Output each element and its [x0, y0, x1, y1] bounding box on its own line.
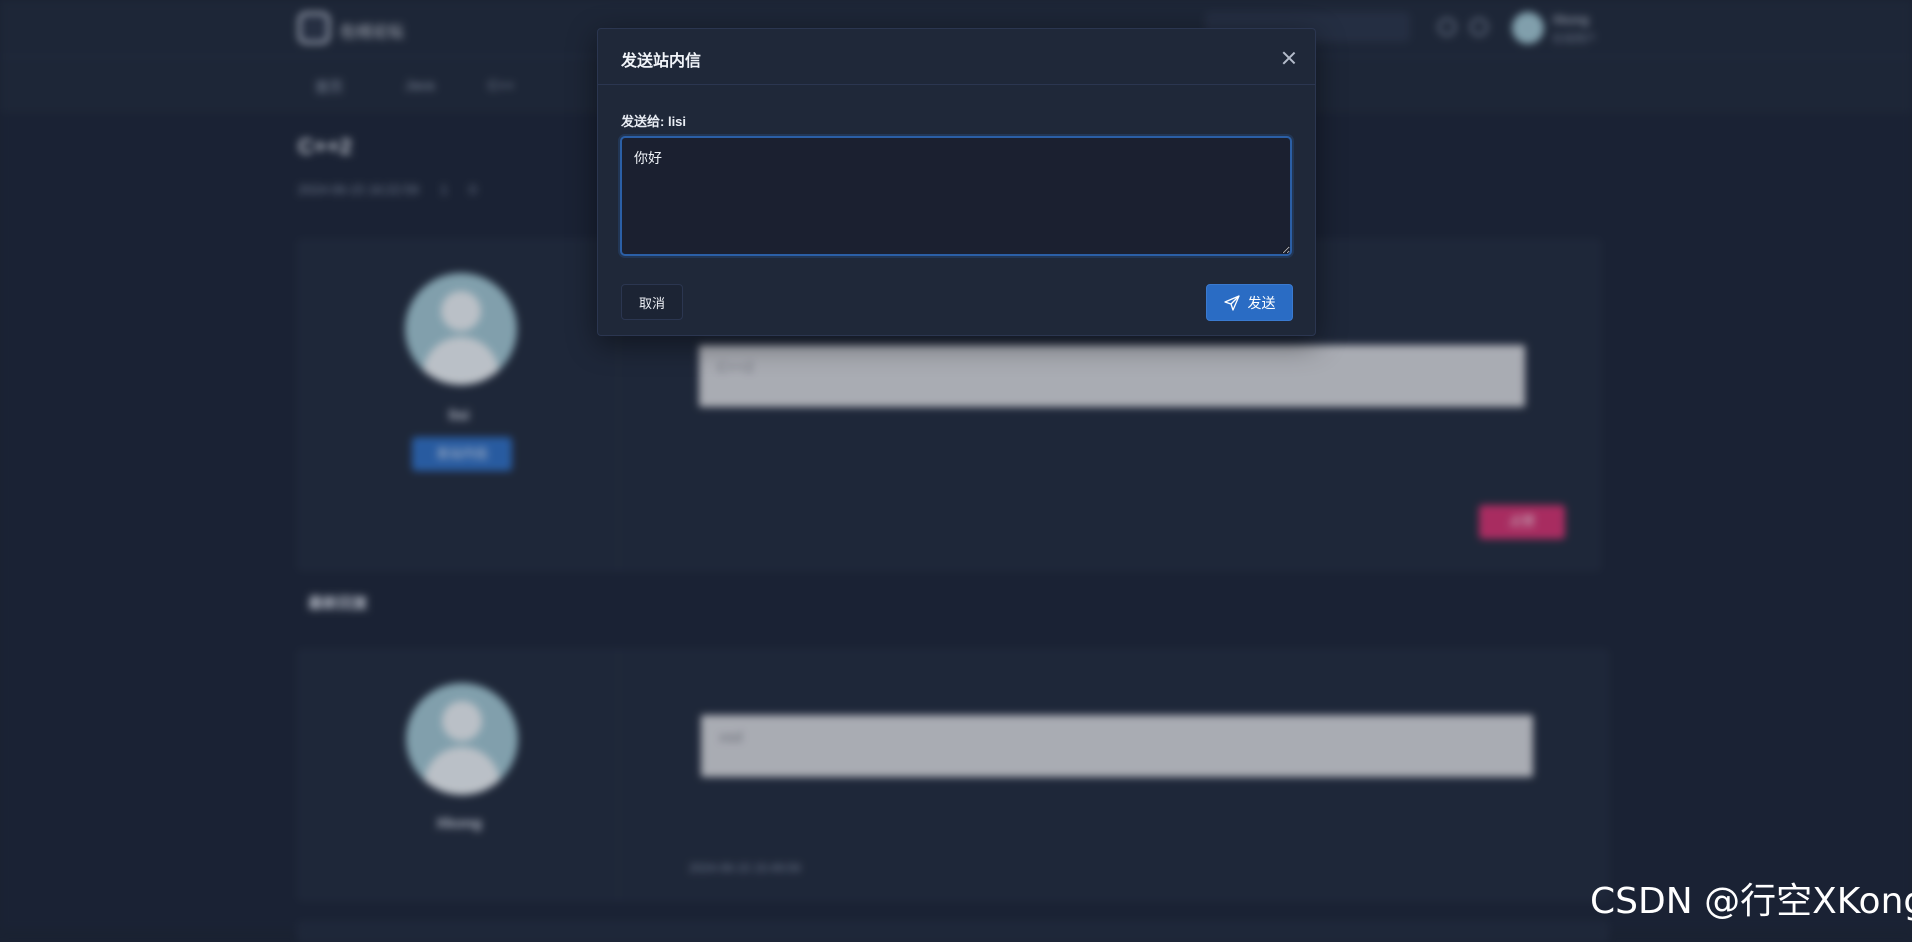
close-icon[interactable]: [1438, 18, 1456, 36]
author-name: lisi: [448, 407, 470, 424]
like-button[interactable]: 点赞: [1479, 505, 1565, 539]
site-logo-icon: [298, 12, 330, 44]
reply-card: Xkong xsd 2024-06-15 15:49:59: [298, 650, 1608, 900]
user-subtitle: 在线用户: [1552, 33, 1596, 45]
site-name: 在线论坛: [340, 24, 405, 41]
page-title: C++2: [298, 134, 352, 159]
post-content: C++2: [699, 345, 1525, 407]
message-textarea[interactable]: [620, 136, 1292, 256]
bell-icon[interactable]: [1470, 18, 1488, 36]
replies-title: 最新回复: [308, 595, 369, 612]
avatar[interactable]: [1512, 12, 1544, 44]
send-message-dialog: 发送站内信 发送给: lisi 取消 发送: [597, 28, 1316, 336]
user-name: Xkong: [1552, 12, 1589, 27]
dialog-title: 发送站内信: [621, 53, 702, 70]
breadcrumb-item-java[interactable]: Java: [405, 77, 435, 93]
reply-content: xsd: [701, 715, 1533, 777]
breadcrumb-item-cpp[interactable]: C++: [488, 77, 514, 93]
recipient-label: 发送给:: [621, 114, 668, 129]
recipient-line: 发送给: lisi: [621, 111, 686, 130]
breadcrumb-item-home[interactable]: 首页: [315, 77, 343, 97]
avatar: [405, 273, 517, 385]
recipient-name: lisi: [667, 114, 687, 129]
watermark: CSDN @行空XKong: [1590, 881, 1912, 922]
post-likes: 0: [469, 182, 477, 197]
send-icon: [1223, 294, 1240, 311]
post-meta: 2024-06-15 16:22:59 1 0: [298, 182, 477, 197]
reply-card: [298, 922, 1608, 942]
reply-time: 2024-06-15 15:49:59: [689, 861, 801, 875]
reply-author-panel: Xkong: [299, 651, 619, 899]
post-time: 2024-06-15 16:22:59: [298, 182, 419, 197]
avatar: [406, 683, 518, 795]
author-panel: lisi 发站内信: [299, 241, 619, 569]
post-views: 1: [440, 182, 448, 197]
send-button[interactable]: 发送: [1206, 284, 1293, 321]
send-label: 发送: [1247, 294, 1276, 311]
dialog-header: 发送站内信: [598, 29, 1315, 85]
send-message-button[interactable]: 发站内信: [412, 437, 512, 471]
close-icon[interactable]: [1279, 48, 1299, 68]
cancel-button[interactable]: 取消: [621, 284, 683, 320]
reply-author-name: Xkong: [436, 815, 482, 832]
